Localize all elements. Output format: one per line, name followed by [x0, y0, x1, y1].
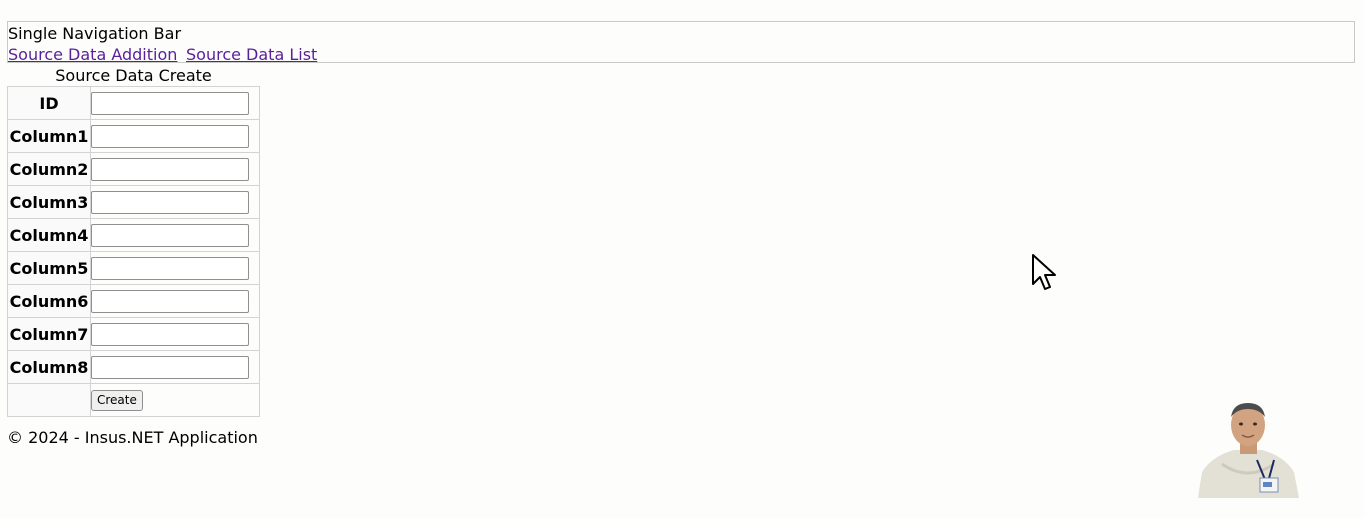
form-caption: Source Data Create: [55, 66, 212, 85]
field-label-id: ID: [7, 86, 91, 120]
nav-link-source-data-list[interactable]: Source Data List: [186, 45, 317, 64]
field-label-column8: Column8: [7, 350, 91, 384]
empty-label-cell: [7, 383, 91, 417]
column2-input[interactable]: [91, 157, 249, 181]
form-row-column1: Column1: [7, 119, 260, 153]
column4-input[interactable]: [91, 223, 249, 247]
form-row-id: ID: [7, 86, 260, 120]
form-row-column5: Column5: [7, 251, 260, 285]
column1-input[interactable]: [91, 124, 249, 148]
form-row-column2: Column2: [7, 152, 260, 186]
presenter-avatar: [1198, 398, 1299, 498]
column6-input[interactable]: [91, 289, 249, 313]
nav-link-source-data-addition[interactable]: Source Data Addition: [8, 45, 177, 64]
form-row-actions: Create: [7, 383, 260, 417]
form-row-column7: Column7: [7, 317, 260, 351]
source-data-create-form: ID Column1 Column2 Column3 Column4 Colum…: [7, 86, 260, 417]
footer-copyright: © 2024 - Insus.NET Application: [7, 428, 258, 447]
field-label-column3: Column3: [7, 185, 91, 219]
create-button[interactable]: Create: [91, 390, 143, 411]
field-label-column2: Column2: [7, 152, 91, 186]
column8-input[interactable]: [91, 355, 249, 379]
navigation-bar: Single Navigation Bar Source Data Additi…: [7, 21, 1355, 64]
field-label-column7: Column7: [7, 317, 91, 351]
column3-input[interactable]: [91, 190, 249, 214]
mouse-pointer-icon: [1032, 254, 1056, 290]
field-label-column4: Column4: [7, 218, 91, 252]
form-row-column4: Column4: [7, 218, 260, 252]
nav-title: Single Navigation Bar: [8, 24, 182, 43]
field-label-column6: Column6: [7, 284, 91, 318]
form-row-column3: Column3: [7, 185, 260, 219]
column5-input[interactable]: [91, 256, 249, 280]
form-row-column8: Column8: [7, 350, 260, 384]
field-label-column5: Column5: [7, 251, 91, 285]
form-row-column6: Column6: [7, 284, 260, 318]
column7-input[interactable]: [91, 322, 249, 346]
field-label-column1: Column1: [7, 119, 91, 153]
id-input[interactable]: [91, 91, 249, 115]
